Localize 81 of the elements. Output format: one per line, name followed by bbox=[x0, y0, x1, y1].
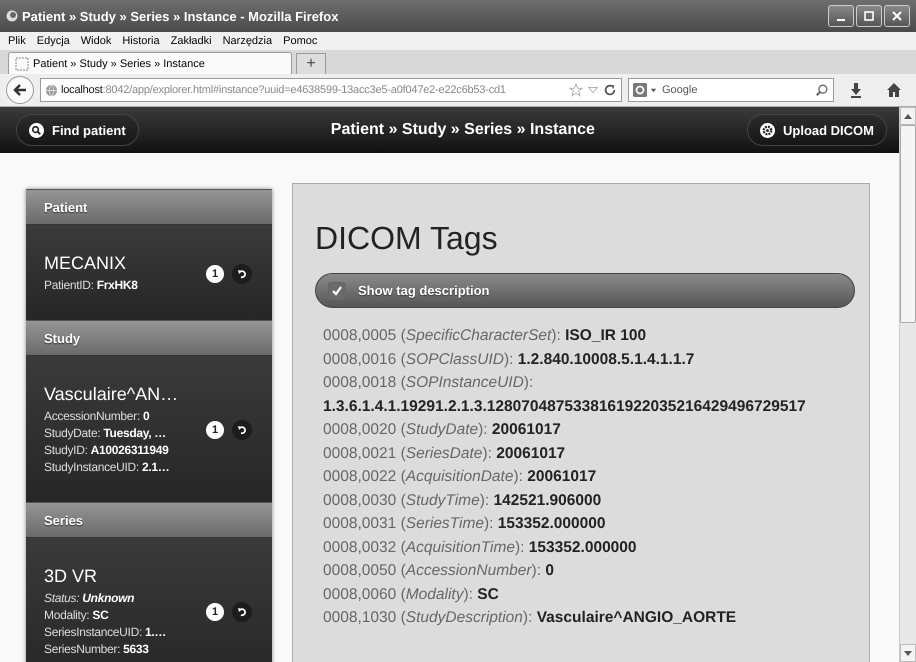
item-field: SeriesInstanceUID: 1.… bbox=[44, 624, 198, 641]
browser-tab[interactable]: Patient » Study » Series » Instance bbox=[8, 52, 292, 74]
tag-entry: 0008,1030 (StudyDescription): Vasculaire^ANGIO_AORTE bbox=[323, 608, 738, 628]
menu-item[interactable]: Pomoc bbox=[279, 35, 324, 47]
item-title: Vasculaire^AN… bbox=[44, 384, 180, 405]
item-field: SeriesNumber: 5633 bbox=[44, 641, 198, 658]
back-arrow-icon bbox=[12, 82, 28, 98]
back-button[interactable] bbox=[6, 76, 34, 104]
menu-item[interactable]: Zakładki bbox=[166, 35, 219, 47]
window-title: Patient » Study » Series » Instance - Mozilla Firefox bbox=[22, 8, 340, 24]
home-icon[interactable] bbox=[886, 82, 902, 98]
tag-entry: 0008,0032 (AcquisitionTime): 153352.000000 bbox=[323, 538, 638, 558]
menu-item[interactable]: Widok bbox=[76, 35, 118, 47]
tag-entry: 0008,0030 (StudyTime): 142521.906000 bbox=[323, 490, 602, 510]
item-field: PatientID: FrxHK8 bbox=[44, 277, 198, 294]
scroll-down-icon[interactable] bbox=[904, 650, 912, 656]
close-icon bbox=[891, 10, 903, 22]
return-button[interactable] bbox=[232, 420, 252, 440]
tag-entry: 0008,0031 (SeriesTime): 153352.000000 bbox=[323, 514, 607, 534]
section-heading: Study bbox=[26, 320, 272, 356]
reload-icon[interactable] bbox=[603, 83, 617, 97]
tag-entry: 0008,0016 (SOPClassUID): 1.2.840.10008.5.1.4.1.1.7 bbox=[323, 350, 696, 370]
section-heading: Patient bbox=[26, 189, 272, 225]
item-field: Status: Unknown bbox=[44, 590, 198, 607]
item-field: AccessionNumber: 0 bbox=[44, 408, 198, 425]
maximize-icon bbox=[863, 10, 875, 22]
checkbox[interactable] bbox=[328, 282, 346, 300]
item-field: StudyDate: Tuesday, … bbox=[44, 425, 198, 442]
address-bar[interactable]: localhost:8042/app/explorer.html#instance?uuid=e4638599-13acc3e5-a0f047e2-e22c6b53-cd1 bbox=[40, 78, 622, 102]
menu-item[interactable]: Edycja bbox=[32, 35, 77, 47]
item-field: StudyInstanceUID: 2.1… bbox=[44, 459, 198, 476]
scrollbar[interactable] bbox=[899, 107, 916, 662]
find-patient-button[interactable]: Find patient bbox=[16, 114, 139, 146]
tick-icon bbox=[331, 284, 343, 296]
return-button[interactable] bbox=[232, 264, 252, 284]
item-field: Modality: SC bbox=[44, 607, 198, 624]
download-icon[interactable] bbox=[848, 82, 864, 98]
upload-dicom-button[interactable]: Upload DICOM bbox=[747, 114, 887, 146]
search-icon bbox=[29, 122, 44, 138]
count-badge: 1 bbox=[206, 264, 224, 282]
tag-entry: 0008,0021 (SeriesDate): 20061017 bbox=[323, 444, 566, 464]
section-heading: Series bbox=[26, 502, 272, 538]
item-title: MECANIX bbox=[44, 253, 128, 274]
item-title: 3D VR bbox=[44, 566, 98, 587]
panel-title: DICOM Tags bbox=[315, 220, 499, 257]
show-description-toggle[interactable]: Show tag description bbox=[315, 273, 855, 308]
page-icon bbox=[15, 56, 29, 70]
maximize-button[interactable] bbox=[856, 5, 882, 27]
menu-item[interactable]: Narzędzia bbox=[218, 35, 280, 47]
minimize-button[interactable] bbox=[828, 5, 854, 27]
return-button[interactable] bbox=[232, 602, 252, 622]
star-icon[interactable] bbox=[569, 83, 583, 97]
page-title: Patient » Study » Series » Instance bbox=[330, 121, 595, 139]
search-icon[interactable] bbox=[815, 83, 829, 97]
item-field: StudyID: A10026311949 bbox=[44, 442, 198, 459]
tag-entry: 0008,0005 (SpecificCharacterSet): ISO_IR 100 bbox=[323, 326, 648, 346]
close-button[interactable] bbox=[884, 5, 910, 27]
return-arrow-icon bbox=[236, 424, 248, 436]
return-arrow-icon bbox=[236, 606, 248, 618]
count-badge: 1 bbox=[206, 421, 224, 439]
minimize-icon bbox=[837, 19, 845, 21]
search-engine-icon[interactable] bbox=[633, 83, 647, 97]
tag-entry: 0008,0022 (AcquisitionDate): 20061017 bbox=[323, 467, 598, 487]
toggle-label: Show tag description bbox=[358, 283, 490, 298]
tag-entry: 0008,0018 (SOPInstanceUID): 1.3.6.1.4.1.19291.2.1.3.1280704875338161922035216429496729517 bbox=[323, 373, 807, 416]
url-text: localhost:8042/app/explorer.html#instance?uuid=e4638599-13acc3e5-a0f047e2-e22c6b53-cd1 bbox=[61, 84, 507, 96]
search-bar[interactable]: Google bbox=[628, 78, 834, 102]
return-arrow-icon bbox=[236, 268, 248, 280]
scroll-up-icon[interactable] bbox=[904, 114, 912, 118]
browser-logo-icon bbox=[6, 10, 18, 22]
caret-icon[interactable] bbox=[650, 86, 657, 94]
tag-entry: 0008,0020 (StudyDate): 20061017 bbox=[323, 420, 562, 440]
menu-item[interactable]: Plik bbox=[4, 35, 33, 47]
menu-item[interactable]: Historia bbox=[118, 35, 167, 47]
tag-entry: 0008,0060 (Modality): SC bbox=[323, 584, 500, 604]
new-tab-button[interactable]: + bbox=[296, 53, 326, 74]
globe-icon bbox=[45, 84, 58, 96]
count-badge: 1 bbox=[206, 603, 224, 621]
tag-entry: 0008,0050 (AccessionNumber): 0 bbox=[323, 561, 555, 581]
gear-icon bbox=[760, 122, 775, 138]
scroll-thumb[interactable] bbox=[900, 125, 916, 323]
